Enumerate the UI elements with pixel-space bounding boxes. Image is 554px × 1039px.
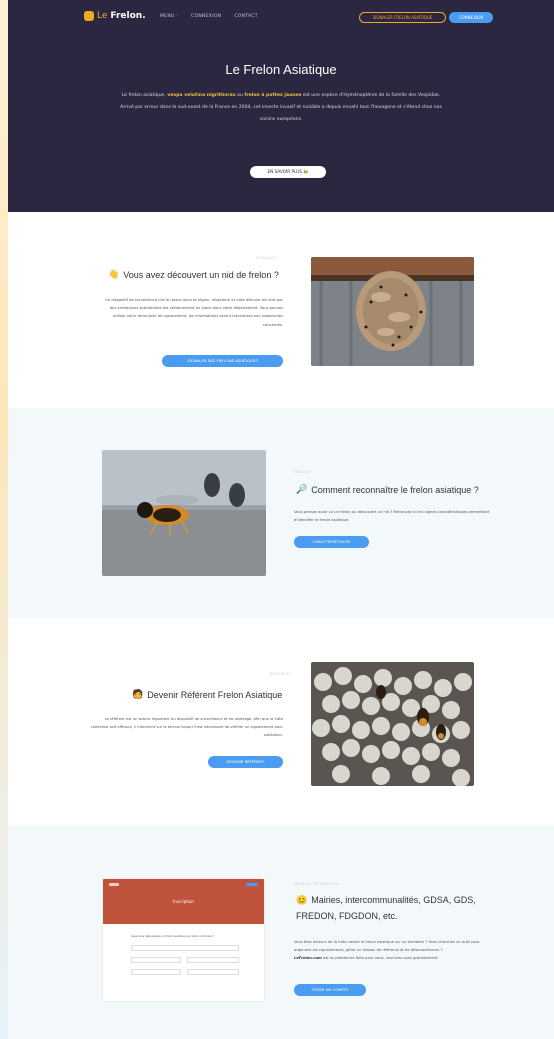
hero-text-common-name: frelon à pattes jaunes: [244, 93, 302, 98]
hero-text-mid: ou: [237, 93, 243, 98]
section-text: Le référent est un acteur important du d…: [90, 717, 283, 738]
hero-title: Le Frelon Asiatique: [225, 62, 337, 77]
section-become-referent: Référent 🧑 Devenir Référent Frelon Asiat…: [8, 618, 554, 826]
section-text-part2: est la plateforme faite pour vous, inscr…: [323, 956, 439, 961]
hero: Le Frelon. Menu · Connexion Contact Signa…: [8, 0, 554, 212]
section-organizations: Inscription Avez-vous déjà signalé un fr…: [8, 826, 554, 1039]
smile-icon: 😊: [296, 895, 308, 905]
characteristics-button[interactable]: Caractéristiques: [294, 536, 369, 548]
section-report-nest: Signaler 👋 Vous avez découvert un nid de…: [8, 212, 554, 408]
section-text: Un dispositif de surveillance mis en pla…: [105, 298, 283, 327]
hornet-nest-photo: [311, 257, 474, 366]
mockup-field: [131, 957, 181, 963]
hornet-logo-icon: [84, 11, 94, 21]
learn-more-button[interactable]: En savoir plus 🐝: [250, 166, 326, 178]
hero-text: Le frelon asiatique, vespa velutina nigr…: [118, 90, 444, 126]
report-hornets-button[interactable]: Signaler des frelons asiatiques: [162, 355, 283, 367]
report-hornet-button[interactable]: Signaler frelon asiatique: [359, 12, 446, 23]
mockup-header: Inscription: [103, 879, 264, 924]
section-kicker: Signaler: [256, 256, 277, 260]
section-kicker: Référent: [270, 672, 292, 676]
brand-link[interactable]: LeFrelon.com: [294, 956, 322, 960]
login-button[interactable]: Connexion: [449, 12, 493, 23]
section-title: 👋 Vous avez découvert un nid de frelon ?: [108, 269, 279, 280]
mockup-header-text: Inscription: [173, 899, 194, 904]
mockup-form-question: Avez-vous déjà signalé un frelon asiatiq…: [131, 935, 215, 938]
section-title-text: Devenir Référent Frelon Asiatique: [147, 689, 283, 700]
page: Le Frelon. Menu · Connexion Contact Signa…: [8, 0, 554, 1039]
section-kicker: Frelon: [294, 470, 311, 474]
brand-logo[interactable]: Le Frelon.: [84, 11, 146, 21]
section-title-text: Mairies, intercommunalités, GDSA, GDS,: [311, 895, 476, 905]
left-gradient-strip: [0, 0, 8, 1039]
brand-suffix: Frelon.: [110, 11, 146, 21]
section-title: 😊 Mairies, intercommunalités, GDSA, GDS,…: [296, 895, 476, 921]
asian-hornet-photo: [102, 450, 266, 576]
person-icon: 🧑: [132, 689, 144, 699]
mockup-field: [131, 945, 239, 951]
section-text: Vous êtes acteurs de la lutte contre le …: [294, 938, 494, 963]
hero-text-species: vespa velutina nigrithorax: [167, 93, 236, 98]
section-title-text: Comment reconnaître le frelon asiatique …: [311, 484, 479, 495]
section-text: Vous pensez avoir vu un frelon ou découv…: [294, 510, 490, 523]
section-title-text: Vous avez découvert un nid de frelon ?: [123, 269, 279, 280]
hornet-comb-photo: [311, 662, 474, 786]
section-kicker: Mairies, référents: [294, 882, 339, 886]
section-title: 🧑 Devenir Référent Frelon Asiatique: [132, 689, 282, 700]
hero-text-pre: Le frelon asiatique,: [121, 93, 166, 98]
magnifier-icon: 🔎: [296, 484, 308, 494]
signup-form-mockup: Inscription Avez-vous déjà signalé un fr…: [102, 878, 265, 1002]
mockup-field: [187, 969, 239, 975]
section-title-line1: 😊 Mairies, intercommunalités, GDSA, GDS,: [296, 895, 476, 906]
nav-link-connexion[interactable]: Connexion: [191, 14, 221, 19]
mockup-field: [131, 969, 181, 975]
section-recognize-hornet: Frelon 🔎 Comment reconnaître le frelon a…: [8, 408, 554, 618]
section-title-text-line2: FREDON, FDGDON, etc.: [296, 911, 398, 921]
nav-link-contact[interactable]: Contact: [234, 14, 257, 19]
create-account-button[interactable]: Créer un compte: [294, 984, 366, 996]
become-referent-button[interactable]: Devenir référent: [208, 756, 283, 768]
top-nav: Le Frelon. Menu · Connexion Contact Signa…: [8, 8, 554, 28]
nav-link-menu[interactable]: Menu ·: [160, 14, 178, 19]
section-text-part1: Vous êtes acteurs de la lutte contre le …: [294, 940, 480, 953]
mockup-field: [187, 957, 239, 963]
section-title: 🔎 Comment reconnaître le frelon asiatiqu…: [296, 484, 479, 495]
waving-hand-icon: 👋: [108, 269, 120, 279]
mockup-login-pill: [246, 883, 258, 886]
brand-prefix: Le: [97, 11, 108, 21]
nav-links: Menu · Connexion Contact: [160, 14, 258, 19]
mockup-logo: [109, 883, 119, 886]
